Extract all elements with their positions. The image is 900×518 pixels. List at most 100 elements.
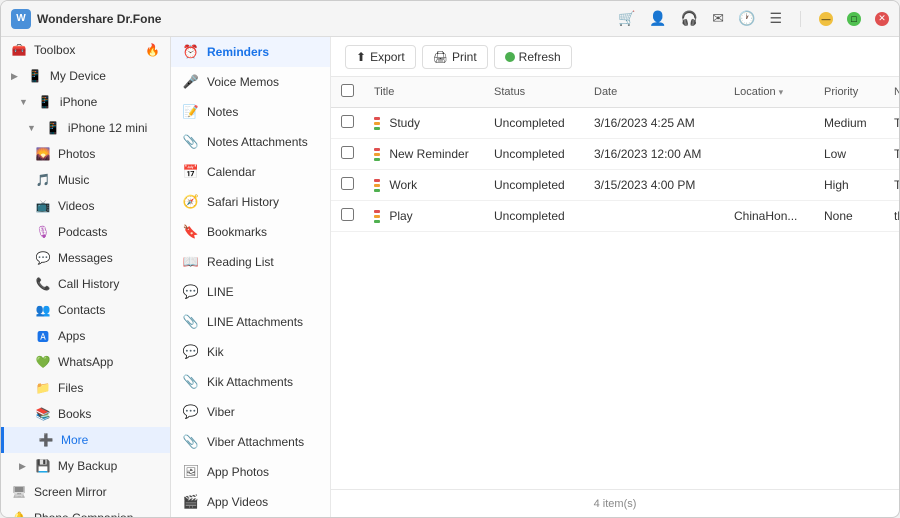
row-note: This is reminder of study — [884, 108, 899, 139]
headset-icon[interactable]: 🎧 — [681, 10, 698, 27]
priority-col-label: Priority — [824, 86, 858, 98]
sidebar-item-podcasts[interactable]: 🎙 Podcasts — [1, 219, 170, 245]
sidebar-item-more[interactable]: ➕ More — [1, 427, 170, 453]
app-icon: W — [11, 9, 31, 29]
row-priority: None — [814, 201, 884, 232]
mid-item-line[interactable]: 💬 LINE — [171, 277, 330, 307]
sidebar-item-my-backup[interactable]: ▶ 💾 My Backup — [1, 453, 170, 479]
row-location — [724, 139, 814, 170]
sidebar-label-messages: Messages — [58, 251, 113, 265]
mid-label-viber-attachments: Viber Attachments — [207, 435, 304, 449]
row-location: ChinaHon... — [724, 201, 814, 232]
iphone12mini-chevron: ▼ — [27, 123, 36, 133]
row-date: 3/16/2023 12:00 AM — [584, 139, 724, 170]
sidebar-item-messages[interactable]: 💬 Messages — [1, 245, 170, 271]
sidebar-item-toolbox[interactable]: 🧰 Toolbox 🔥 — [1, 37, 170, 63]
header-note: Note — [884, 77, 899, 108]
sidebar-label-apps: Apps — [58, 329, 85, 343]
sidebar-item-call-history[interactable]: 📞 Call History — [1, 271, 170, 297]
line-icon: 💬 — [183, 284, 199, 300]
item-count: 4 item(s) — [594, 498, 637, 510]
sidebar-item-apps[interactable]: 🅰 Apps — [1, 323, 170, 349]
sidebar-item-screen-mirror[interactable]: 🖥 Screen Mirror — [1, 479, 170, 505]
row-checkbox-1[interactable] — [341, 146, 354, 159]
export-button[interactable]: ⬆ Export — [345, 45, 416, 69]
reminders-icon: ⏰ — [183, 44, 199, 60]
sidebar-item-photos[interactable]: 🌄 Photos — [1, 141, 170, 167]
sidebar-item-videos[interactable]: 📺 Videos — [1, 193, 170, 219]
content-area: ⬆ Export 🖨 Print Refresh — [331, 37, 899, 517]
mid-item-viber[interactable]: 💬 Viber — [171, 397, 330, 427]
minimize-button[interactable]: — — [819, 12, 833, 26]
row-date: 3/15/2023 4:00 PM — [584, 170, 724, 201]
mid-label-calendar: Calendar — [207, 165, 256, 179]
row-checkbox-0[interactable] — [341, 115, 354, 128]
viber-attachments-icon: 📎 — [183, 434, 199, 450]
refresh-button[interactable]: Refresh — [494, 45, 572, 69]
row-checkbox-3[interactable] — [341, 208, 354, 221]
row-date: 3/16/2023 4:25 AM — [584, 108, 724, 139]
select-all-checkbox[interactable] — [341, 84, 354, 97]
sidebar-item-iphone[interactable]: ▼ 📱 iPhone — [1, 89, 170, 115]
row-date — [584, 201, 724, 232]
print-button[interactable]: 🖨 Print — [422, 45, 488, 69]
mid-label-app-photos: App Photos — [207, 465, 269, 479]
mail-icon[interactable]: ✉ — [712, 10, 724, 27]
row-checkbox-cell — [331, 108, 364, 139]
notes-attachments-icon: 📎 — [183, 134, 199, 150]
row-checkbox-2[interactable] — [341, 177, 354, 190]
mid-item-reading-list[interactable]: 📖 Reading List — [171, 247, 330, 277]
files-icon: 📁 — [35, 380, 51, 396]
mid-label-kik-attachments: Kik Attachments — [207, 375, 293, 389]
sidebar-item-phone-companion[interactable]: 🔔 Phone Companion — [1, 505, 170, 517]
mid-item-viber-attachments[interactable]: 📎 Viber Attachments — [171, 427, 330, 457]
row-status: Uncompleted — [484, 201, 584, 232]
music-icon: 🎵 — [35, 172, 51, 188]
iphone-chevron: ▼ — [19, 97, 28, 107]
mid-item-notes[interactable]: 📝 Notes — [171, 97, 330, 127]
mid-item-app-photos[interactable]: 🖼 App Photos — [171, 457, 330, 487]
reminders-table: Title Status Date Location ▾ — [331, 77, 899, 232]
export-label: Export — [370, 50, 405, 64]
mid-label-reminders: Reminders — [207, 45, 269, 59]
row-location — [724, 170, 814, 201]
menu-icon[interactable]: ☰ — [769, 10, 782, 27]
table-footer: 4 item(s) — [331, 489, 899, 517]
sidebar-label-contacts: Contacts — [58, 303, 105, 317]
sidebar-item-music[interactable]: 🎵 Music — [1, 167, 170, 193]
mid-item-kik-attachments[interactable]: 📎 Kik Attachments — [171, 367, 330, 397]
close-button[interactable]: ✕ — [875, 12, 889, 26]
location-col-label: Location — [734, 86, 776, 98]
main-window: W Wondershare Dr.Fone 🛒 👤 🎧 ✉ 🕐 ☰ — □ ✕ … — [0, 0, 900, 518]
my-backup-chevron: ▶ — [19, 461, 26, 472]
mid-item-line-attachments[interactable]: 📎 LINE Attachments — [171, 307, 330, 337]
sidebar-label-books: Books — [58, 407, 91, 421]
sidebar-item-files[interactable]: 📁 Files — [1, 375, 170, 401]
mid-item-kik[interactable]: 💬 Kik — [171, 337, 330, 367]
cart-icon[interactable]: 🛒 — [618, 10, 635, 27]
maximize-button[interactable]: □ — [847, 12, 861, 26]
mid-item-voice-memos[interactable]: 🎤 Voice Memos — [171, 67, 330, 97]
title-col-label: Title — [374, 86, 394, 98]
header-date: Date — [584, 77, 724, 108]
mid-item-notes-attachments[interactable]: 📎 Notes Attachments — [171, 127, 330, 157]
sidebar-item-books[interactable]: 📚 Books — [1, 401, 170, 427]
mid-item-reminders[interactable]: ⏰ Reminders — [171, 37, 330, 67]
mid-item-safari-history[interactable]: 🧭 Safari History — [171, 187, 330, 217]
mid-item-app-videos[interactable]: 🎬 App Videos — [171, 487, 330, 517]
date-col-label: Date — [594, 86, 617, 98]
history-icon[interactable]: 🕐 — [738, 10, 755, 27]
row-priority: Medium — [814, 108, 884, 139]
sidebar-label-music: Music — [58, 173, 89, 187]
sidebar-item-my-device[interactable]: ▶ 📱 My Device — [1, 63, 170, 89]
mid-item-bookmarks[interactable]: 🔖 Bookmarks — [171, 217, 330, 247]
sidebar-item-whatsapp[interactable]: 💚 WhatsApp — [1, 349, 170, 375]
notes-icon: 📝 — [183, 104, 199, 120]
mid-item-calendar[interactable]: 📅 Calendar — [171, 157, 330, 187]
sidebar-label-my-backup: My Backup — [58, 459, 117, 473]
sidebar-item-contacts[interactable]: 👥 Contacts — [1, 297, 170, 323]
sidebar-item-iphone12mini[interactable]: ▼ 📱 iPhone 12 mini — [1, 115, 170, 141]
sidebar-label-my-device: My Device — [50, 69, 106, 83]
sidebar-label-whatsapp: WhatsApp — [58, 355, 113, 369]
user-icon[interactable]: 👤 — [649, 10, 666, 27]
